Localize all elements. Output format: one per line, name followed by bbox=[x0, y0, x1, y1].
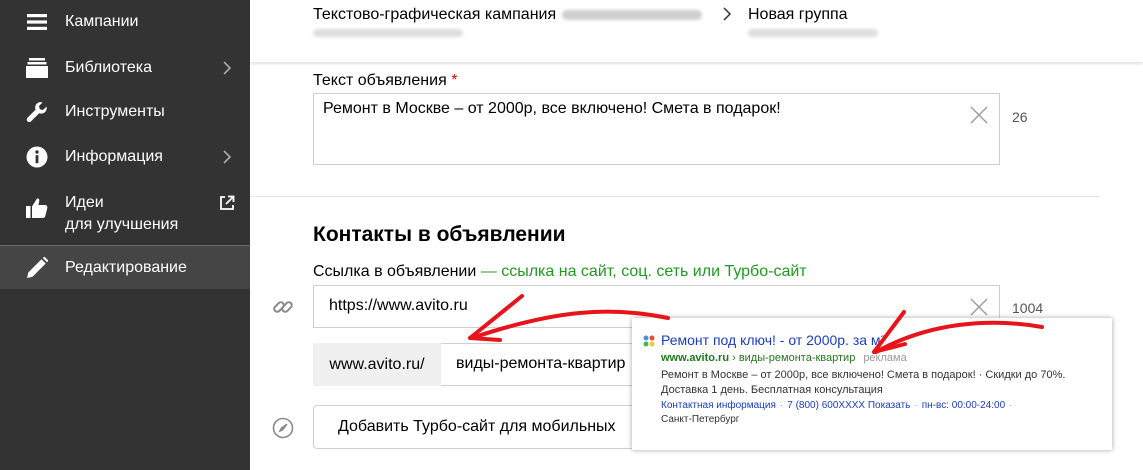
ad-text-value: Ремонт в Москве – от 2000р, все включено… bbox=[323, 100, 781, 117]
link-hint: — ссылка на сайт, соц. сеть или Турбо-са… bbox=[476, 263, 807, 280]
sidebar-item-library[interactable]: Библиотека bbox=[0, 46, 250, 90]
menu-icon bbox=[26, 11, 48, 33]
clear-icon[interactable] bbox=[969, 105, 989, 125]
link-input-value: https://www.avito.ru bbox=[329, 297, 468, 314]
ad-text-label: Текст объявления * bbox=[313, 72, 457, 90]
add-turbo-site-button[interactable]: Добавить Турбо-сайт для мобильных bbox=[313, 405, 643, 449]
breadcrumb-group[interactable]: Новая группа bbox=[748, 6, 848, 24]
link-icon bbox=[273, 301, 293, 313]
sidebar-item-label-line1: Идеи bbox=[65, 194, 104, 211]
ad-text-counter: 26 bbox=[1012, 109, 1028, 125]
link-label-text: Ссылка в объявлении bbox=[313, 263, 477, 280]
sidebar-item-label: Информация bbox=[65, 148, 163, 165]
preview-phone[interactable]: 7 (800) 600XXXX Показать bbox=[787, 400, 910, 411]
rocket-icon bbox=[272, 417, 294, 439]
preview-hours: пн-вс: 00:00-24:00 bbox=[921, 400, 1006, 411]
link-counter: 1004 bbox=[1012, 300, 1044, 316]
sidebar-item-info[interactable]: Информация bbox=[0, 135, 250, 179]
required-mark: * bbox=[451, 72, 458, 89]
section-title-contacts: Контакты в объявлении bbox=[313, 223, 566, 246]
preview-domain[interactable]: www.avito.ru bbox=[661, 352, 729, 364]
redacted-group-subtitle bbox=[748, 29, 878, 37]
sidebar-item-label: Кампании bbox=[65, 13, 139, 30]
campaign-title: Текстово-графическая кампания bbox=[313, 6, 557, 23]
preview-contact-info[interactable]: Контактная информация bbox=[661, 400, 776, 411]
display-link-value: виды-ремонта-квартир bbox=[456, 355, 626, 372]
link-label: Ссылка в объявлении — ссылка на сайт, со… bbox=[313, 263, 807, 281]
preview-city: Санкт-Петербург bbox=[661, 414, 740, 425]
sidebar-item-editing[interactable]: Редактирование bbox=[0, 245, 250, 289]
library-icon bbox=[26, 57, 48, 79]
sidebar-item-label: Инструменты bbox=[65, 103, 165, 120]
redacted-campaign-id bbox=[562, 9, 703, 20]
preview-url: www.avito.ru › виды-ремонта-квартир рекла… bbox=[661, 352, 907, 364]
sidebar-item-label: Библиотека bbox=[65, 59, 152, 76]
preview-path: › виды-ремонта-квартир bbox=[729, 352, 856, 364]
display-link-input[interactable]: виды-ремонта-квартир bbox=[441, 343, 641, 386]
yandex-direct-icon bbox=[643, 335, 655, 347]
sidebar-item-label-line2: для улучшения bbox=[65, 216, 179, 233]
chevron-right-icon bbox=[223, 150, 232, 164]
info-icon bbox=[26, 146, 48, 168]
clear-icon[interactable] bbox=[969, 297, 989, 317]
ad-text-field[interactable]: Ремонт в Москве – от 2000р, все включено… bbox=[313, 93, 1000, 165]
sidebar: Кампании Библиотека Инструменты Информац… bbox=[0, 0, 250, 470]
sidebar-item-ideas[interactable]: Идеи для улучшения bbox=[0, 183, 250, 243]
preview-title[interactable]: Ремонт под ключ! - от 2000р. за м² bbox=[661, 332, 885, 348]
sidebar-item-tools[interactable]: Инструменты bbox=[0, 90, 250, 134]
preview-ad-label: реклама bbox=[863, 352, 907, 364]
breadcrumb-campaign[interactable]: Текстово-графическая кампания bbox=[313, 6, 703, 24]
sidebar-item-label: Идеи для улучшения bbox=[65, 192, 178, 236]
redacted-campaign-subtitle bbox=[313, 29, 463, 37]
ad-text-label-text: Текст объявления bbox=[313, 72, 447, 89]
chevron-right-icon bbox=[223, 61, 232, 75]
wrench-icon bbox=[26, 101, 48, 123]
pencil-icon bbox=[26, 256, 48, 279]
divider bbox=[250, 196, 1100, 197]
external-link-icon bbox=[220, 195, 235, 210]
preview-text: Ремонт в Москве – от 2000р, все включено… bbox=[661, 369, 1066, 396]
sidebar-item-label: Редактирование bbox=[65, 258, 187, 276]
breadcrumb: Текстово-графическая кампания Новая груп… bbox=[250, 0, 1143, 62]
chevron-right-icon bbox=[723, 7, 732, 21]
thumbs-up-icon bbox=[26, 197, 48, 219]
sidebar-item-campaigns[interactable]: Кампании bbox=[0, 0, 250, 44]
ad-preview: Ремонт под ключ! - от 2000р. за м² www.a… bbox=[632, 318, 1112, 450]
preview-contacts: Контактная информация · 7 (800) 600XXXX По… bbox=[661, 400, 1013, 425]
display-link-prefix: www.avito.ru/ bbox=[313, 343, 441, 386]
